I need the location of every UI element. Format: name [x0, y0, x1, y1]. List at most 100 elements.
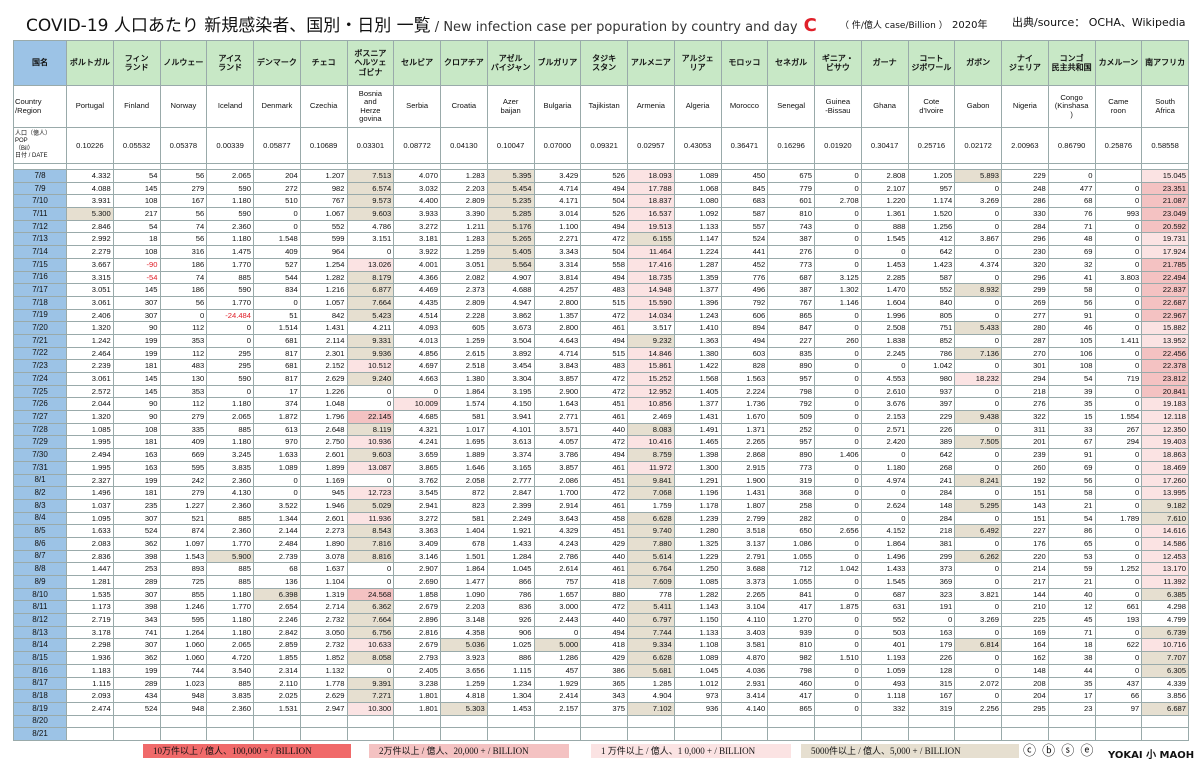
value-cell [486, 714, 535, 729]
value-cell: 0 [1094, 486, 1143, 500]
value-cell: 387 [767, 283, 815, 297]
value-cell: 1.270 [767, 613, 815, 627]
table-row: 7/23 2.239 181 483 295 681 2.152 10.512 4.697 2.5… [13, 359, 1189, 373]
date-cell: 8/9 [13, 575, 67, 589]
value-cell: 398 [112, 600, 161, 615]
value-cell: 1.104 [299, 575, 348, 589]
value-cell: 226 [907, 651, 956, 665]
value-cell: 1.875 [814, 600, 862, 615]
value-cell: -90 [112, 257, 161, 272]
value-cell [1094, 169, 1143, 183]
value-cell: 17.416 [627, 257, 675, 272]
table-row: 8/12 2.719 343 595 1.180 2.246 2.732 7.664 2.896… [13, 613, 1189, 627]
value-cell: 0 [954, 536, 1002, 551]
value-cell: 2.914 [533, 498, 582, 513]
country-population: 0.05532 [112, 127, 161, 164]
value-cell: 3.786 [533, 448, 582, 462]
value-cell: 4.714 [533, 346, 582, 361]
value-cell: 885 [206, 676, 254, 691]
value-cell: 2.508 [860, 321, 909, 335]
value-cell: 0 [954, 600, 1002, 615]
value-cell [299, 727, 348, 741]
value-cell: 1.838 [860, 333, 909, 348]
value-cell: 757 [533, 575, 582, 589]
value-cell: 258 [767, 498, 815, 513]
value-cell: 6.764 [627, 562, 675, 576]
value-cell: 4.688 [486, 283, 535, 297]
date-cell: 7/29 [13, 435, 67, 450]
value-cell: 1.864 [440, 384, 488, 399]
value-cell: 5.029 [346, 498, 395, 513]
value-cell: 6.305 [1141, 663, 1189, 678]
country-name-en: Senegal [767, 85, 815, 128]
value-cell: 389 [907, 435, 956, 450]
value-cell: 167 [907, 689, 956, 703]
value-cell: 0 [346, 245, 395, 259]
table-row: 7/26 2.044 90 112 1.180 374 1.048 0 10.009 1.574 4… [13, 397, 1189, 412]
value-cell: 3.137 [720, 536, 769, 551]
value-cell: 0 [346, 663, 395, 678]
table-row: 8/7 2.836 398 1.543 5.900 2.739 3.078 8.816 3.14… [13, 549, 1189, 564]
value-cell: 373 [907, 562, 956, 576]
value-cell: 2.065 [206, 638, 254, 653]
value-cell: 1.300 [673, 460, 722, 475]
value-cell: 295 [206, 359, 254, 373]
value-cell: 15.045 [1141, 169, 1189, 183]
value-cell: 3.269 [954, 194, 1002, 209]
value-cell: 9.841 [627, 473, 675, 488]
value-cell: 1.150 [673, 613, 722, 627]
value-cell: 3.014 [533, 207, 582, 221]
value-cell [627, 727, 675, 741]
value-cell: 885 [206, 511, 254, 526]
value-cell: 4.150 [486, 397, 535, 412]
value-cell: 452 [720, 257, 769, 272]
value-cell: 9.603 [346, 448, 395, 462]
country-population: 0.25716 [907, 127, 956, 164]
value-cell: 4.241 [393, 435, 441, 450]
value-cell: 4.332 [66, 169, 114, 183]
corner-ja: 国名 [13, 40, 67, 86]
value-cell: 17.924 [1141, 245, 1189, 259]
title-unit: （ 件/億人 case/Billion ） [840, 21, 948, 31]
value-cell: 74 [159, 270, 208, 285]
value-cell: 229 [1001, 169, 1049, 183]
value-cell: 1.510 [814, 651, 862, 665]
value-cell: 19.183 [1141, 397, 1189, 412]
value-cell: 1.017 [440, 422, 488, 437]
country-name-ja: ノルウェー [159, 40, 208, 86]
value-cell: 0 [1094, 663, 1143, 678]
title-year: 2020年 [952, 20, 988, 31]
value-cell: 12.350 [1141, 422, 1189, 437]
legend: 10万件以上 / 億人、100,000 + / BILLION 2万件以上 / … [13, 740, 1194, 779]
value-cell: 3.922 [393, 245, 441, 259]
value-cell: 8.932 [954, 283, 1002, 297]
value-cell: 6.155 [627, 232, 675, 247]
value-cell: 842 [299, 308, 348, 323]
value-cell: 0 [814, 663, 862, 678]
value-cell: 5.893 [954, 169, 1002, 183]
value-cell: 2.414 [533, 689, 582, 703]
value-cell: 387 [767, 232, 815, 247]
value-cell: 294 [1001, 372, 1049, 386]
value-cell: 71 [1047, 625, 1096, 640]
value-cell: 1.431 [299, 321, 348, 335]
value-cell: 14.846 [627, 346, 675, 361]
value-cell: 4.435 [393, 295, 441, 310]
value-cell: 5.405 [486, 245, 535, 259]
value-cell: 3.676 [860, 397, 909, 412]
date-cell: 7/15 [13, 257, 67, 272]
value-cell: 3.941 [486, 410, 535, 424]
value-cell: 0 [860, 448, 909, 462]
value-cell: 1.025 [486, 638, 535, 653]
value-cell: 7.744 [627, 625, 675, 640]
value-cell: 18.863 [1141, 448, 1189, 462]
value-cell: 1.380 [673, 346, 722, 361]
value-cell: 2.750 [299, 435, 348, 450]
value-cell: 1.453 [860, 257, 909, 272]
value-cell: 1.291 [673, 473, 722, 488]
value-cell: 163 [907, 625, 956, 640]
value-cell: 1.864 [440, 562, 488, 576]
value-cell: 472 [580, 232, 628, 247]
value-cell: 590 [206, 283, 254, 297]
value-cell: 0 [814, 549, 862, 564]
